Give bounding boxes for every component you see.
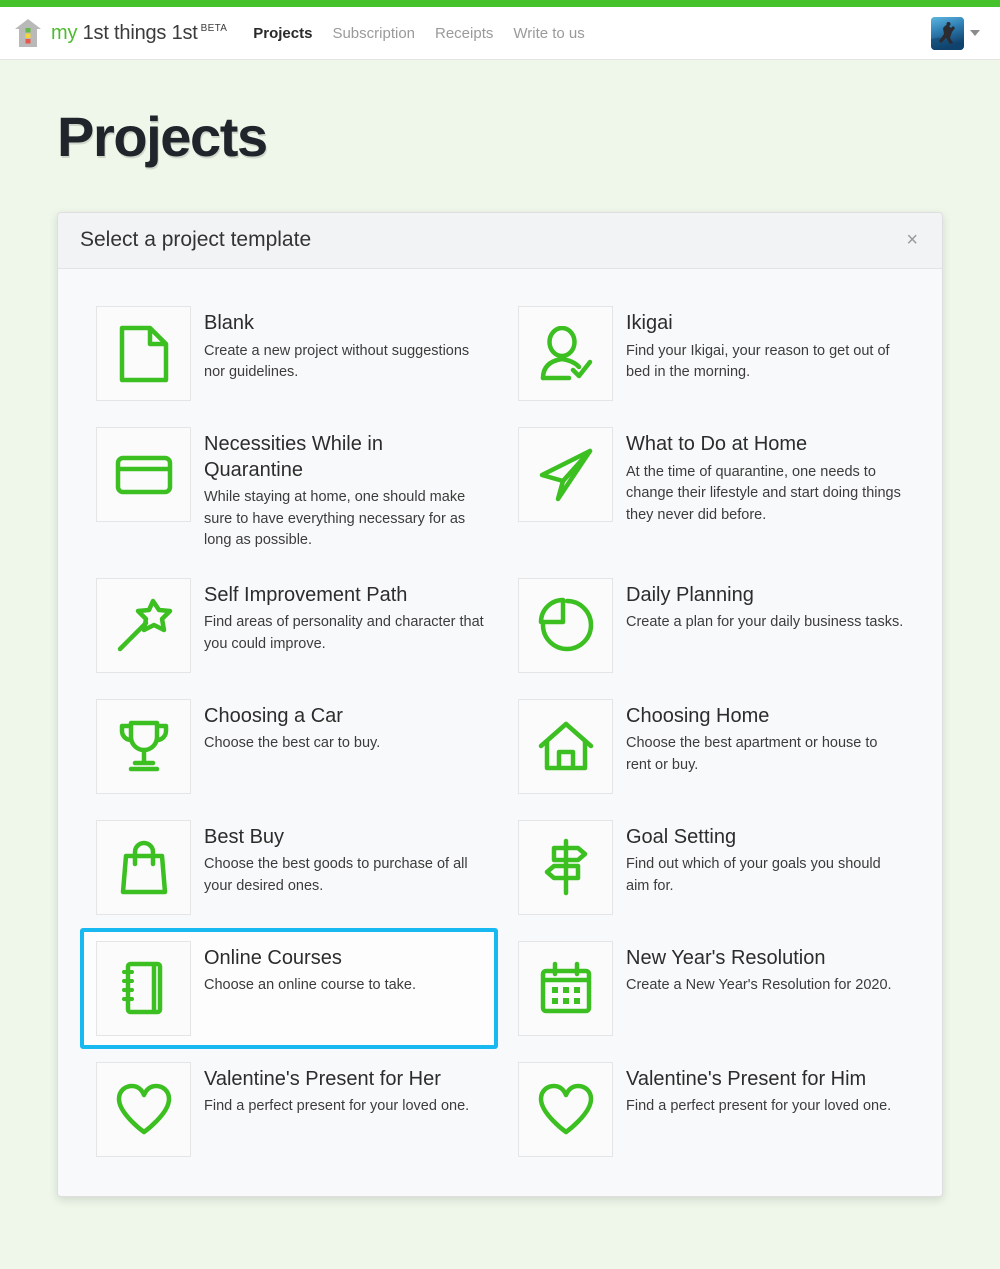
notebook-icon — [96, 940, 191, 1036]
template-card[interactable]: Ikigai Find your Ikigai, your reason to g… — [502, 293, 920, 414]
top-navbar: my 1st things 1st BETA Projects Subscript… — [0, 7, 1000, 60]
trophy-icon — [96, 698, 191, 794]
nav-link-projects[interactable]: Projects — [253, 25, 312, 42]
user-menu[interactable] — [931, 16, 986, 50]
nav-link-receipts[interactable]: Receipts — [435, 25, 493, 42]
template-name: Valentine's Present for Him — [626, 1067, 867, 1090]
home-icon — [518, 698, 613, 794]
brand-wordmark: my 1st things 1st BETA — [51, 22, 227, 45]
document-icon — [96, 306, 191, 401]
template-description: Find out which of your goals you should … — [626, 856, 881, 894]
template-description: While staying at home, one should make s… — [204, 489, 466, 549]
template-text: Choosing a Car Choose the best car to buy… — [204, 699, 380, 755]
user-avatar[interactable] — [931, 16, 964, 50]
template-text: Valentine's Present for Him Find a perfec… — [626, 1062, 891, 1118]
template-card[interactable]: Choosing a Car Choose the best car to buy… — [80, 686, 498, 807]
template-description: Choose the best apartment or house to re… — [626, 735, 878, 773]
template-description: Find a perfect present for your loved on… — [626, 1098, 892, 1115]
calendar-icon — [518, 940, 613, 1036]
template-description: Create a New Year's Resolution for 2020. — [626, 977, 892, 994]
page-content: Projects Select a project template × Bla… — [0, 109, 1000, 1257]
brand-word-rest: 1st things 1st — [77, 21, 198, 44]
template-description: Create a new project without suggestions… — [204, 342, 470, 381]
house-logo-icon — [14, 18, 42, 48]
template-description: Find a perfect present for your loved on… — [204, 1098, 470, 1115]
template-card[interactable]: Goal Setting Find out which of your goals… — [502, 807, 920, 928]
template-card[interactable]: Daily Planning Create a plan for your dai… — [502, 565, 920, 686]
template-text: Necessities While in Quarantine While sta… — [204, 427, 484, 552]
heart-icon — [518, 1061, 613, 1157]
top-accent-bar — [0, 0, 1000, 7]
template-name: What to Do at Home — [626, 433, 808, 455]
template-name: Goal Setting — [626, 825, 737, 848]
brand-word-my: my — [51, 21, 78, 44]
template-card[interactable]: Choosing Home Choose the best apartment o… — [502, 686, 920, 807]
template-card[interactable]: New Year's Resolution Create a New Year's… — [502, 928, 920, 1049]
template-description: Choose an online course to take. — [204, 977, 416, 994]
credit-card-icon — [96, 427, 191, 522]
template-text: Blank Create a new project without sugges… — [204, 306, 484, 384]
template-text: New Year's Resolution Create a New Year's… — [626, 941, 892, 997]
template-text: Goal Setting Find out which of your goals… — [626, 820, 906, 898]
template-text: Ikigai Find your Ikigai, your reason to g… — [626, 306, 906, 384]
template-grid: Blank Create a new project without sugges… — [80, 293, 920, 1170]
template-description: Choose the best car to buy. — [204, 735, 381, 752]
template-name: Ikigai — [626, 312, 673, 334]
person-check-icon — [518, 306, 613, 401]
template-name: Daily Planning — [626, 583, 754, 606]
template-card[interactable]: Valentine's Present for Him Find a perfec… — [502, 1049, 920, 1170]
template-card[interactable]: Necessities While in Quarantine While sta… — [80, 414, 498, 565]
panel-title: Select a project template — [80, 228, 312, 251]
template-name: Necessities While in Quarantine — [204, 433, 383, 481]
beta-badge: BETA — [200, 22, 228, 34]
template-name: Best Buy — [204, 825, 285, 848]
template-card[interactable]: Valentine's Present for Her Find a perfec… — [80, 1049, 498, 1170]
template-card[interactable]: Blank Create a new project without sugges… — [80, 293, 498, 414]
template-text: What to Do at Home At the time of quarant… — [626, 427, 906, 526]
template-card[interactable]: Online Courses Choose an online course to… — [80, 927, 498, 1049]
page-title: Projects — [57, 105, 268, 168]
template-name: Choosing a Car — [204, 704, 343, 727]
template-name: Self Improvement Path — [204, 583, 408, 606]
template-description: Create a plan for your daily business ta… — [626, 614, 904, 631]
template-text: Best Buy Choose the best goods to purchas… — [204, 820, 484, 898]
template-text: Choosing Home Choose the best apartment o… — [626, 699, 906, 777]
nav-link-subscription[interactable]: Subscription — [332, 25, 415, 42]
close-icon[interactable]: × — [904, 230, 920, 250]
heart-icon — [96, 1061, 191, 1157]
template-name: New Year's Resolution — [626, 946, 826, 969]
pie-chart-icon — [518, 577, 613, 673]
template-text: Self Improvement Path Find areas of perso… — [204, 578, 484, 656]
paper-plane-icon — [518, 427, 613, 522]
magic-wand-icon — [96, 577, 191, 673]
brand-logo-link[interactable]: my 1st things 1st BETA — [14, 18, 227, 48]
template-description: Find areas of personality and character … — [204, 614, 484, 652]
signpost-icon — [518, 819, 613, 915]
template-text: Daily Planning Create a plan for your dai… — [626, 578, 903, 634]
template-name: Online Courses — [204, 946, 342, 969]
chevron-down-icon[interactable] — [970, 30, 980, 36]
template-text: Online Courses Choose an online course to… — [204, 941, 416, 997]
template-card[interactable]: Best Buy Choose the best goods to purchas… — [80, 807, 498, 928]
template-description: At the time of quarantine, one needs to … — [626, 463, 901, 523]
template-card[interactable]: What to Do at Home At the time of quarant… — [502, 414, 920, 565]
main-nav: Projects Subscription Receipts Write to … — [253, 25, 585, 42]
template-name: Valentine's Present for Her — [204, 1067, 441, 1090]
panel-body: Blank Create a new project without sugges… — [58, 269, 942, 1196]
nav-link-write-to-us[interactable]: Write to us — [513, 25, 584, 42]
template-name: Choosing Home — [626, 704, 770, 727]
template-card[interactable]: Self Improvement Path Find areas of perso… — [80, 565, 498, 686]
panel-header: Select a project template × — [58, 213, 942, 269]
shopping-bag-icon — [96, 819, 191, 915]
select-template-panel: Select a project template × Blank Create … — [57, 212, 943, 1197]
template-description: Choose the best goods to purchase of all… — [204, 856, 468, 894]
template-text: Valentine's Present for Her Find a perfec… — [204, 1062, 469, 1118]
template-description: Find your Ikigai, your reason to get out… — [626, 342, 890, 381]
template-name: Blank — [204, 312, 255, 334]
